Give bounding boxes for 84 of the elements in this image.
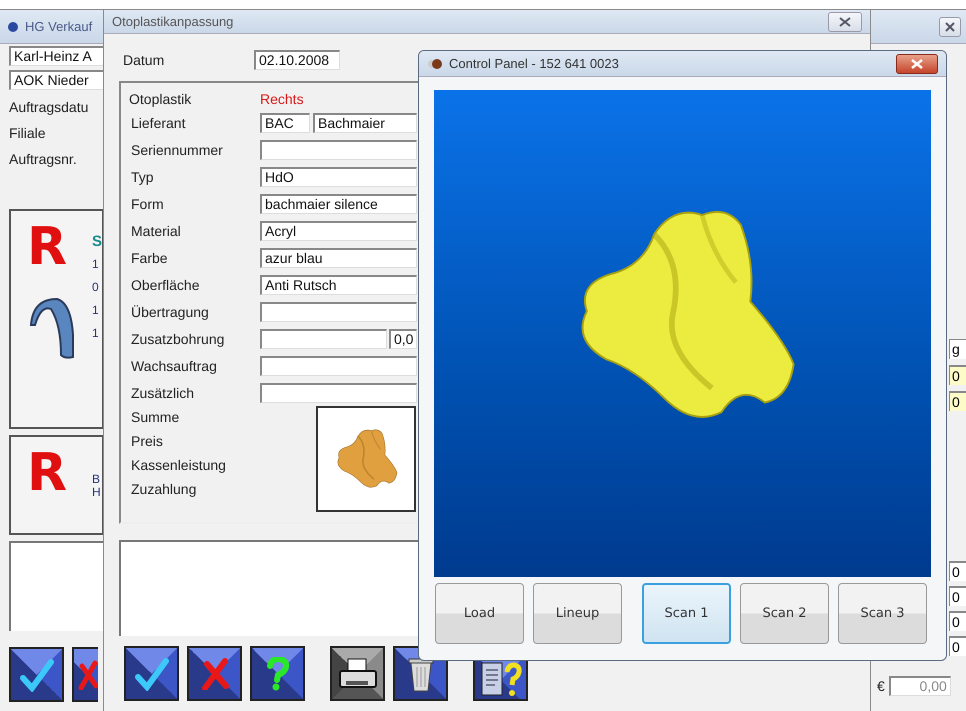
amount-field[interactable]: 0 (949, 611, 966, 631)
input-field[interactable] (260, 356, 417, 376)
input-field[interactable]: HdO (260, 166, 417, 186)
field-label: Datum (123, 52, 164, 68)
close-button[interactable] (828, 12, 862, 32)
print-button[interactable] (330, 646, 385, 701)
input-field[interactable] (260, 140, 417, 160)
field-label: Summe (130, 409, 180, 425)
printer-icon (338, 656, 378, 690)
amount-field[interactable]: 0 (949, 586, 966, 606)
cross-icon (200, 658, 230, 690)
input-field[interactable]: 0,0 (389, 328, 417, 348)
date-field[interactable]: 02.10.2008 (254, 50, 340, 70)
currency-label: € (877, 678, 885, 694)
checkmark-icon (134, 656, 168, 690)
field-label: Typ (130, 168, 154, 184)
input-field[interactable] (260, 382, 417, 402)
column-header: g (949, 339, 966, 359)
field-label: Lieferant (130, 114, 186, 130)
close-button[interactable] (896, 54, 938, 74)
name-field[interactable]: Karl-Heinz A (9, 46, 104, 66)
window-title: HG Verkauf (25, 19, 92, 34)
table-cell: 0 (949, 391, 966, 411)
panel-button[interactable]: Lineup (533, 583, 622, 644)
field-label: Zuzahlung (130, 481, 198, 497)
field-label: Zusätzlich (130, 384, 194, 400)
field-label: Seriennummer (130, 142, 223, 158)
field-label: Zusatzbohrung (130, 330, 224, 346)
field-label: Preis (130, 433, 164, 449)
input-field[interactable] (260, 328, 387, 348)
field-label: Oberfläche (130, 276, 200, 292)
panel-button[interactable]: Load (435, 583, 524, 644)
window-title: Otoplastikanpassung (112, 14, 234, 29)
side-label: Rechts (260, 91, 304, 107)
checkmark-icon (20, 658, 54, 692)
side-mark: R (27, 447, 68, 499)
field-label: Farbe (130, 250, 168, 266)
close-icon (945, 22, 955, 32)
app-icon (427, 58, 443, 70)
field-label: Material (130, 222, 181, 238)
field-label: Übertragung (130, 304, 209, 320)
panel-button[interactable]: Scan 1 (642, 583, 731, 644)
card-text: H (92, 486, 101, 499)
side-mark: R (27, 221, 68, 273)
card-text: 1 (92, 327, 100, 340)
close-icon (839, 16, 851, 26)
document-help-button[interactable] (473, 659, 528, 701)
amount-field[interactable]: 0 (949, 561, 966, 581)
field-label: Auftragsnr. (9, 151, 78, 167)
panel-button[interactable]: Scan 3 (838, 583, 927, 644)
amount-field[interactable]: 0 (949, 636, 966, 656)
table-cell: 0 (949, 365, 966, 385)
panel-button[interactable]: Scan 2 (740, 583, 829, 644)
input-field[interactable]: azur blau (260, 248, 417, 268)
app-icon (7, 20, 19, 32)
field-label: Auftragsdatu (9, 99, 90, 115)
help-icon (266, 656, 290, 690)
section-label: Otoplastik (129, 91, 192, 107)
confirm-button[interactable] (9, 647, 64, 702)
card-text: 0 (92, 281, 100, 294)
cross-icon (78, 660, 98, 690)
help-button[interactable] (250, 646, 305, 701)
input-field[interactable]: Acryl (260, 220, 417, 240)
cancel-button[interactable] (72, 647, 98, 702)
close-icon (910, 58, 924, 68)
total-field[interactable]: 0,00 (888, 676, 951, 696)
input-field[interactable]: bachmaier silence (260, 194, 417, 214)
input-field[interactable]: Anti Rutsch (260, 274, 417, 294)
insurer-field[interactable]: AOK Nieder (9, 70, 104, 90)
card-text: 1 (92, 304, 100, 317)
field-label: Kassenleistung (130, 457, 227, 473)
field-label: Form (130, 196, 164, 212)
confirm-button[interactable] (124, 646, 179, 701)
window-title: Control Panel - 152 641 0023 (449, 56, 619, 71)
card-text: 1 (92, 258, 100, 271)
card-text: S (92, 235, 101, 248)
field-label: Wachsauftrag (130, 358, 217, 374)
field-label: Filiale (9, 125, 47, 141)
supplier-field[interactable]: Bachmaier (313, 112, 417, 132)
card-text: B (92, 473, 101, 486)
cancel-button[interactable] (187, 646, 242, 701)
input-field[interactable] (260, 302, 417, 322)
close-button[interactable] (939, 16, 961, 36)
code-field[interactable]: BAC (260, 112, 310, 132)
